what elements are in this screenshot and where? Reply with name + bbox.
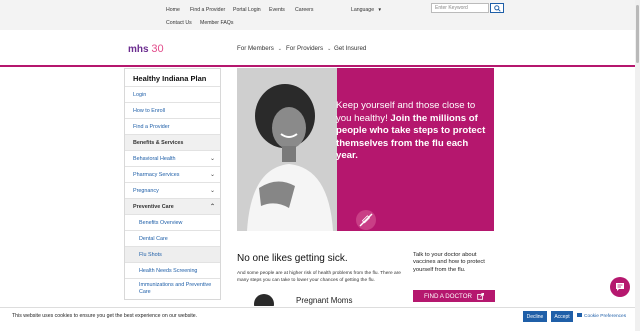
sidebar-item-pharmacy-services[interactable]: Pharmacy Services ⌄ xyxy=(125,166,220,182)
external-link-icon xyxy=(477,292,484,300)
nav-for-providers-label: For Providers xyxy=(286,45,324,52)
main-header: mhs 30 For Members ⌄ For Providers ⌄ Get I… xyxy=(0,30,640,67)
cookie-accept-button[interactable]: Accept xyxy=(551,311,573,322)
cookie-decline-label: Decline xyxy=(526,313,544,320)
nav-for-members-label: For Members xyxy=(237,45,274,52)
language-label: Language xyxy=(351,7,375,13)
search-input[interactable]: Enter Keyword xyxy=(431,3,489,13)
util-link-portal-login[interactable]: Portal Login xyxy=(233,7,261,13)
sidebar-item-label: Pharmacy Services xyxy=(133,171,180,178)
sidebar-item-label: Health Needs Screening xyxy=(139,267,198,274)
sidebar-item-label: Benefits Overview xyxy=(139,219,183,226)
scrollbar-thumb[interactable] xyxy=(636,5,639,63)
talk-to-doctor-text: Talk to your doctor about vaccines and h… xyxy=(413,252,485,273)
cookie-icon xyxy=(577,313,582,317)
util-link-contact-us[interactable]: Contact Us xyxy=(166,20,192,26)
chevron-down-icon[interactable]: ⌄ xyxy=(210,171,215,178)
sidebar-item-immunizations[interactable]: Immunizations and Preventive Care xyxy=(125,278,220,300)
nav-get-insured-label: Get Insured xyxy=(334,45,367,52)
sidebar-item-health-needs-screening[interactable]: Health Needs Screening xyxy=(125,262,220,278)
sidebar-item-preventive-care[interactable]: Preventive Care ⌃ xyxy=(125,198,220,214)
find-a-doctor-button[interactable]: FIND A DOCTOR xyxy=(413,290,495,302)
chat-button[interactable] xyxy=(610,277,630,297)
sidebar-item-label: Flu Shots xyxy=(139,251,162,258)
sidebar-item-label: Find a Provider xyxy=(133,123,170,130)
chevron-down-icon: ▼ xyxy=(377,7,383,12)
sidebar-item-find-provider[interactable]: Find a Provider xyxy=(125,118,220,134)
cookie-message: This website uses cookies to ensure you … xyxy=(12,313,198,319)
nav-get-insured[interactable]: Get Insured xyxy=(334,45,366,52)
nav-for-providers[interactable]: For Providers ⌄ xyxy=(286,45,331,52)
search-icon xyxy=(493,4,501,12)
woman-photo xyxy=(237,68,337,231)
sidebar-item-label: Preventive Care xyxy=(133,203,174,210)
cookie-accept-label: Accept xyxy=(554,313,570,320)
sidebar-item-benefits-services[interactable]: Benefits & Services xyxy=(125,134,220,150)
pregnant-moms-heading: Pregnant Moms xyxy=(296,296,353,305)
chevron-down-icon: ⌄ xyxy=(277,46,282,52)
util-link-home[interactable]: Home xyxy=(166,7,180,13)
logo-wordmark: mhs xyxy=(128,44,149,55)
sidebar-item-flu-shots[interactable]: Flu Shots xyxy=(125,246,220,262)
sidebar-item-label: Dental Care xyxy=(139,235,168,242)
utility-bar: Home Find a Provider Portal Login Events… xyxy=(0,0,640,30)
sidebar-item-dental-care[interactable]: Dental Care xyxy=(125,230,220,246)
util-link-careers[interactable]: Careers xyxy=(295,7,313,13)
util-link-find-provider[interactable]: Find a Provider xyxy=(190,7,225,13)
sidebar-item-label: Pregnancy xyxy=(133,187,159,194)
syringe-icon xyxy=(356,210,376,230)
sidebar-item-benefits-overview[interactable]: Benefits Overview xyxy=(125,214,220,230)
logo-badge: 30 xyxy=(151,43,164,55)
chevron-down-icon: ⌄ xyxy=(327,46,332,52)
sidebar-item-behavioral-health[interactable]: Behavioral Health ⌄ xyxy=(125,150,220,166)
sidebar-title: Healthy Indiana Plan xyxy=(133,74,207,83)
cookie-preferences-label: Cookie Preferences xyxy=(584,314,627,319)
sidebar-item-label: Login xyxy=(133,91,147,98)
sidebar-item-label: Benefits & Services xyxy=(133,139,184,146)
sidebar-item-label: Immunizations and Preventive Care xyxy=(139,282,212,295)
search-placeholder: Enter Keyword xyxy=(435,5,468,11)
chevron-down-icon[interactable]: ⌄ xyxy=(210,187,215,194)
cookie-banner: This website uses cookies to ensure you … xyxy=(0,307,640,324)
section-paragraph: And some people are at higher risk of he… xyxy=(237,271,401,283)
sidebar-item-login[interactable]: Login xyxy=(125,86,220,102)
sidebar-item-how-to-enroll[interactable]: How to Enroll xyxy=(125,102,220,118)
mhs-logo[interactable]: mhs 30 xyxy=(128,43,164,55)
cookie-preferences-link[interactable]: Cookie Preferences xyxy=(577,313,626,319)
section-heading: No one likes getting sick. xyxy=(237,253,348,264)
language-selector[interactable]: Language ▼ xyxy=(351,7,382,13)
util-link-events[interactable]: Events xyxy=(269,7,285,13)
chat-icon xyxy=(616,283,624,291)
nav-for-members[interactable]: For Members ⌄ xyxy=(237,45,282,52)
find-a-doctor-label: FIND A DOCTOR xyxy=(423,292,472,300)
util-link-member-faqs[interactable]: Member FAQs xyxy=(200,20,233,26)
cookie-decline-button[interactable]: Decline xyxy=(523,311,547,322)
sidebar-item-label: Behavioral Health xyxy=(133,155,176,162)
pregnant-moms-image xyxy=(254,294,274,306)
chevron-down-icon[interactable]: ⌄ xyxy=(210,155,215,162)
sidebar: Healthy Indiana Plan Login How to Enroll… xyxy=(124,68,221,300)
chevron-up-icon[interactable]: ⌃ xyxy=(210,203,215,210)
hero-message: Keep yourself and those close to you hea… xyxy=(336,100,486,163)
sidebar-item-label: How to Enroll xyxy=(133,107,166,114)
sidebar-item-pregnancy[interactable]: Pregnancy ⌄ xyxy=(125,182,220,198)
hero-banner: Keep yourself and those close to you hea… xyxy=(237,68,494,231)
search-button[interactable] xyxy=(490,3,504,13)
